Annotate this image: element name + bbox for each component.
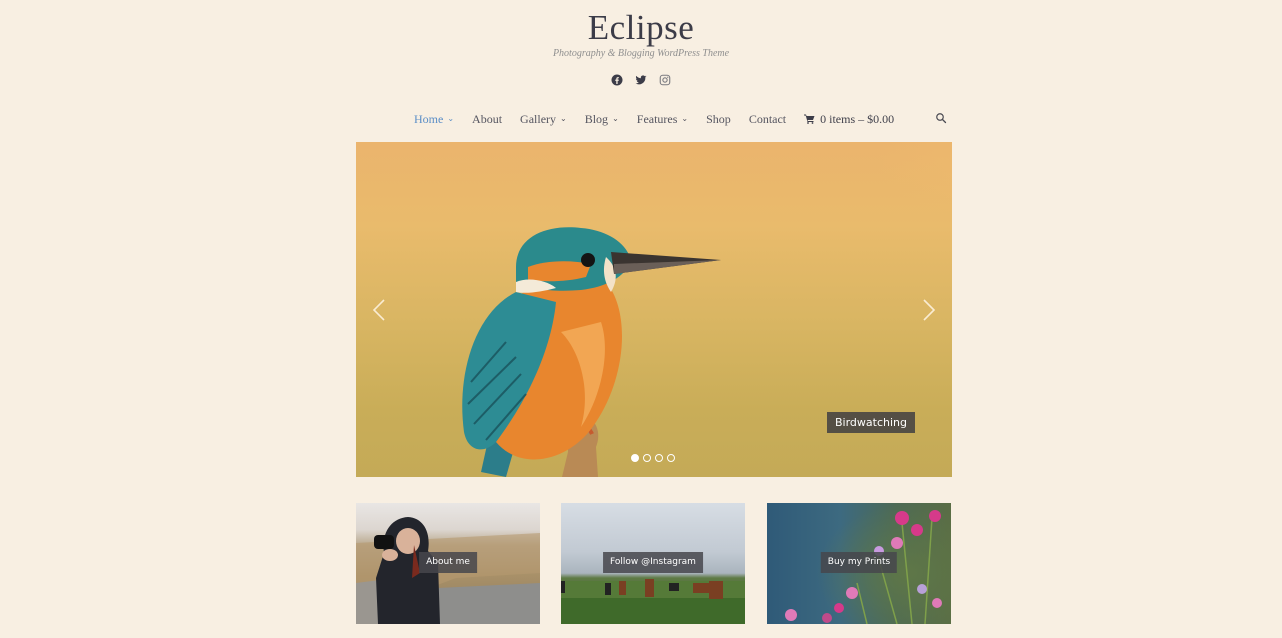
site-tagline: Photography & Blogging WordPress Theme — [552, 48, 730, 59]
nav-item-features[interactable]: Features ⌄ — [637, 112, 688, 127]
chevron-down-icon: ⌄ — [560, 113, 567, 123]
twitter-link[interactable] — [635, 74, 647, 86]
cart-summary: 0 items – $0.00 — [820, 111, 895, 126]
slider-prev-arrow[interactable] — [370, 299, 390, 321]
slider-dot[interactable] — [643, 454, 651, 462]
nav-label: Home — [414, 111, 444, 126]
nav-item-shop[interactable]: Shop — [706, 112, 731, 127]
nav-item-gallery[interactable]: Gallery ⌄ — [520, 112, 567, 127]
tile-label: Follow @Instagram — [603, 552, 703, 573]
main-nav: Home ⌄ About Gallery ⌄ Blog ⌄ Features ⌄… — [414, 110, 894, 128]
nav-label: About — [472, 111, 503, 126]
nav-item-home[interactable]: Home ⌄ — [414, 112, 454, 127]
tile-follow-instagram[interactable]: Follow @Instagram — [561, 503, 745, 624]
slider-dot[interactable] — [667, 454, 675, 462]
chevron-down-icon: ⌄ — [612, 113, 619, 123]
instagram-icon — [659, 74, 671, 86]
chevron-down-icon: ⌄ — [681, 113, 689, 123]
nav-item-contact[interactable]: Contact — [749, 112, 786, 127]
nav-item-about[interactable]: About — [472, 112, 502, 127]
instagram-link[interactable] — [659, 74, 671, 86]
facebook-icon — [611, 74, 623, 86]
nav-label: Contact — [748, 111, 787, 126]
chevron-down-icon: ⌄ — [447, 113, 455, 123]
hero-slider: Birdwatching — [356, 142, 952, 477]
facebook-link[interactable] — [611, 74, 623, 86]
tile-buy-prints[interactable]: Buy my Prints — [767, 503, 951, 624]
slider-dot[interactable] — [655, 454, 663, 462]
social-links — [0, 74, 1282, 86]
slider-pagination — [631, 454, 675, 462]
slide-caption[interactable]: Birdwatching — [827, 412, 915, 433]
nav-item-blog[interactable]: Blog ⌄ — [585, 112, 619, 127]
slider-next-arrow[interactable] — [918, 299, 938, 321]
twitter-icon — [635, 75, 647, 85]
tile-about-me[interactable]: About me — [356, 503, 540, 624]
search-icon[interactable] — [935, 112, 947, 124]
cart-link[interactable]: 0 items – $0.00 — [804, 112, 894, 127]
nav-label: Features — [636, 111, 678, 126]
site-title[interactable]: Eclipse — [0, 6, 1282, 50]
cart-icon — [804, 114, 815, 124]
tile-label: About me — [419, 552, 477, 573]
nav-label: Blog — [584, 111, 609, 126]
nav-label: Shop — [706, 111, 731, 126]
nav-label: Gallery — [520, 111, 557, 126]
tile-label: Buy my Prints — [820, 552, 898, 573]
slider-dot[interactable] — [631, 454, 639, 462]
